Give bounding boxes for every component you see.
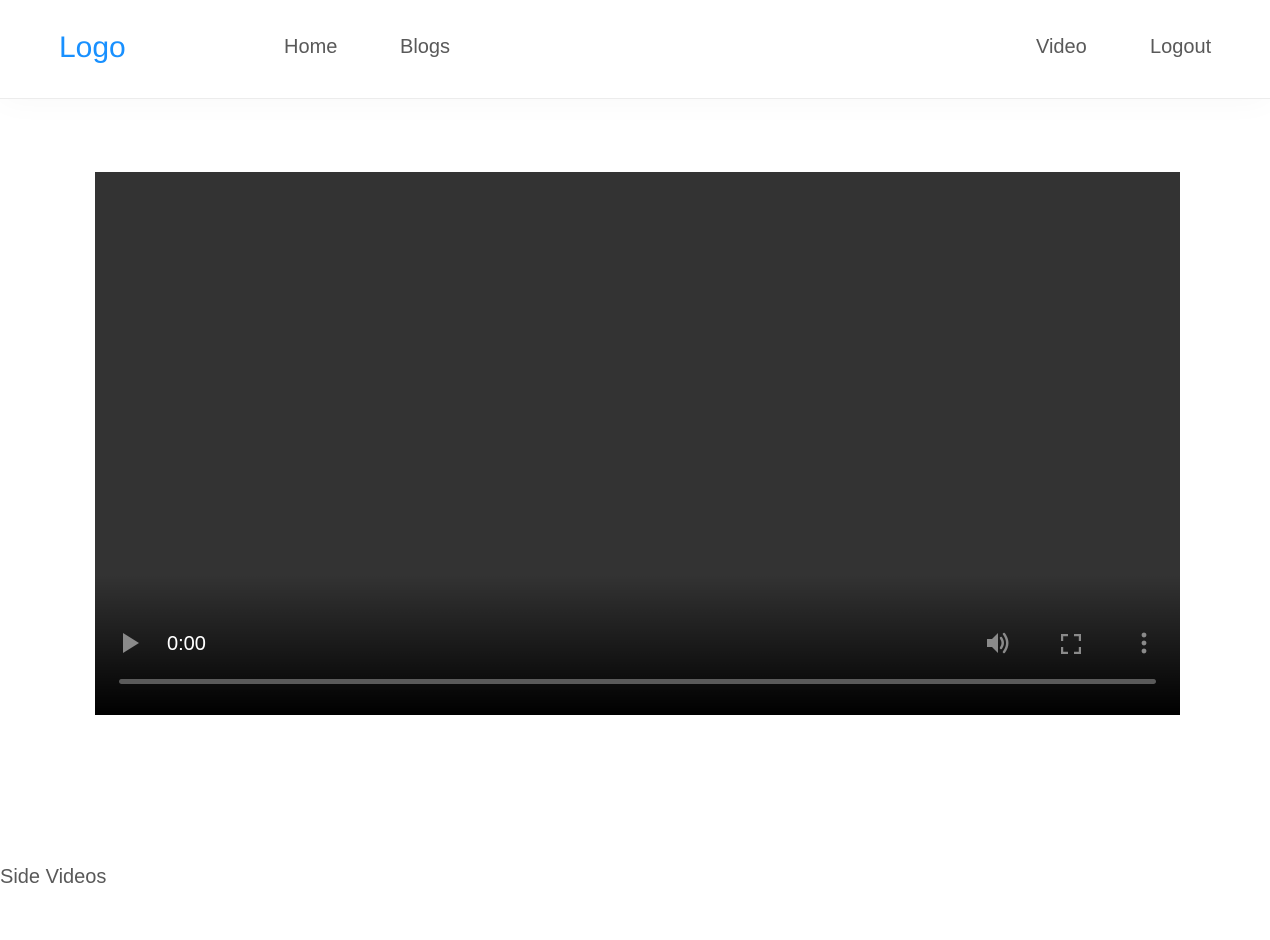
play-button[interactable]	[119, 630, 143, 656]
volume-icon	[987, 632, 1009, 654]
fullscreen-icon	[1061, 634, 1081, 654]
nav-link-video[interactable]: Video	[1036, 34, 1087, 60]
more-vertical-icon	[1141, 632, 1147, 654]
play-icon	[123, 633, 139, 653]
nav-link-logout[interactable]: Logout	[1150, 34, 1211, 60]
current-time: 0:00	[167, 633, 206, 655]
controls-gradient	[95, 575, 1180, 715]
progress-bar[interactable]	[119, 679, 1156, 684]
nav-link-blogs[interactable]: Blogs	[400, 34, 450, 60]
video-player[interactable]: 0:00	[95, 172, 1180, 715]
top-navbar: Logo Home Blogs Video Logout	[0, 0, 1270, 99]
more-options-button[interactable]	[1135, 629, 1153, 657]
nav-link-home[interactable]: Home	[284, 34, 337, 60]
volume-button[interactable]	[984, 629, 1014, 657]
side-videos-heading: Side Videos	[0, 866, 107, 888]
fullscreen-button[interactable]	[1058, 631, 1084, 657]
logo-link[interactable]: Logo	[59, 30, 126, 66]
